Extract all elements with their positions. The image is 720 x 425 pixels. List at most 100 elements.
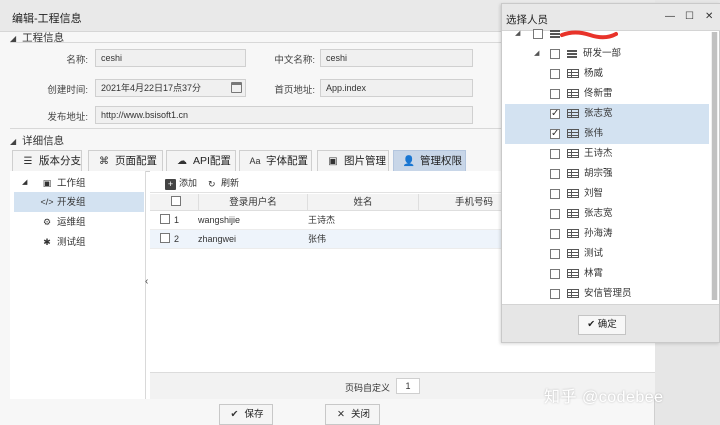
collapse-triangle-icon[interactable]: ◢ — [515, 24, 520, 44]
calendar-icon[interactable] — [231, 82, 242, 93]
tab-image-manage[interactable]: ▣ 图片管理 — [317, 150, 389, 172]
column-header-username[interactable]: 登录用户名 — [199, 194, 307, 211]
select-person-dialog: 选择人员 — ☐ ✕ ◢ ◢ 研发一部 杨威 佟新雷 张志宽 张伟 王诗杰 — [501, 3, 720, 343]
node-checkbox[interactable] — [550, 49, 560, 59]
save-label: 保存 — [244, 409, 264, 420]
plus-icon: + — [165, 179, 176, 190]
name-input[interactable]: ceshi — [95, 49, 246, 67]
created-time-value: 2021年4月22日17点37分 — [101, 83, 202, 93]
table-icon — [567, 269, 579, 278]
select-all-cell[interactable] — [156, 194, 196, 211]
cn-name-input[interactable]: ceshi — [320, 49, 473, 67]
collapse-triangle-icon[interactable]: ◢ — [22, 173, 27, 193]
username-cell: wangshijie — [198, 215, 241, 225]
person-checkbox[interactable] — [550, 209, 560, 219]
person-item[interactable]: 安信管理员 — [505, 284, 709, 304]
check-icon: ✔ — [587, 319, 596, 330]
person-item[interactable]: 林霄 — [505, 264, 709, 284]
person-item[interactable]: 佟新雷 — [505, 84, 709, 104]
close-icon[interactable]: ✕ — [705, 11, 713, 22]
font-icon: Aa — [249, 156, 261, 166]
watermark: 知乎 @codebee — [544, 389, 664, 406]
user-card-icon: ▣ — [42, 178, 52, 188]
detail-section-header[interactable]: ◢ 详细信息 — [10, 133, 64, 148]
gears-icon: ⚙ — [42, 217, 52, 227]
confirm-label: 确定 — [597, 319, 617, 330]
publish-url-input[interactable]: http://www.bsisoft1.cn — [95, 106, 473, 124]
person-name: 林霄 — [584, 268, 604, 279]
dialog-title: 编辑-工程信息 — [12, 13, 82, 25]
tree-item-work-group[interactable]: ◢ ▣ 工作组 — [14, 173, 144, 193]
table-icon — [567, 289, 579, 298]
person-checkbox[interactable] — [550, 124, 560, 144]
tree-item-label: 运维组 — [57, 217, 86, 228]
person-checkbox[interactable] — [550, 104, 560, 124]
scrollbar-thumb[interactable] — [712, 32, 717, 300]
tab-version-branch[interactable]: ☰ 版本分支 — [12, 150, 82, 172]
table-icon — [567, 89, 579, 98]
person-item[interactable]: 刘智 — [505, 184, 709, 204]
tab-api-config[interactable]: ☁ API配置 — [166, 150, 236, 172]
confirm-button[interactable]: ✔ 确定 — [578, 315, 626, 335]
minimize-icon[interactable]: — — [665, 11, 675, 22]
table-icon — [567, 169, 579, 178]
person-checkbox[interactable] — [550, 149, 560, 159]
person-item[interactable]: 杨威 — [505, 64, 709, 84]
picker-scrollbar[interactable] — [711, 32, 718, 300]
table-icon — [567, 69, 579, 78]
image-icon: ▣ — [328, 156, 338, 167]
tree-item-ops-group[interactable]: ⚙ 运维组 — [14, 212, 144, 232]
person-name: 王诗杰 — [584, 148, 613, 159]
command-icon: ⌘ — [99, 156, 109, 167]
select-all-checkbox[interactable] — [171, 196, 181, 206]
tree-item-label: 开发组 — [57, 197, 86, 208]
row-checkbox[interactable] — [160, 211, 170, 230]
maximize-icon[interactable]: ☐ — [685, 11, 694, 22]
collapse-triangle-icon[interactable]: ◢ — [534, 44, 539, 64]
person-item[interactable]: 张志宽 — [505, 104, 709, 124]
person-checkbox[interactable] — [550, 169, 560, 179]
column-header-name[interactable]: 姓名 — [308, 194, 418, 211]
person-checkbox[interactable] — [550, 89, 560, 99]
person-item[interactable]: 王诗杰 — [505, 144, 709, 164]
save-button[interactable]: ✔ 保存 — [219, 404, 273, 425]
person-item[interactable]: 张志宽 — [505, 204, 709, 224]
person-checkbox[interactable] — [550, 249, 560, 259]
add-label: 添加 — [179, 178, 198, 188]
node-checkbox[interactable] — [533, 29, 543, 39]
page-input[interactable]: 1 — [396, 378, 420, 394]
tab-permission-manage[interactable]: 👤 管理权限 — [393, 150, 466, 172]
person-item[interactable]: 张伟 — [505, 124, 709, 144]
table-icon — [567, 209, 579, 218]
close-label: 关闭 — [350, 409, 370, 420]
tree-item-test-group[interactable]: ✱ 测试组 — [14, 232, 144, 252]
table-icon — [567, 249, 579, 258]
person-item[interactable]: 孙海涛 — [505, 224, 709, 244]
person-checkbox[interactable] — [550, 189, 560, 199]
check-icon: ✔ — [230, 409, 239, 420]
person-item[interactable]: 测试 — [505, 244, 709, 264]
person-checkbox[interactable] — [550, 69, 560, 79]
person-checkbox[interactable] — [550, 289, 560, 299]
panel-collapse-icon[interactable]: ‹ — [145, 276, 148, 287]
person-checkbox[interactable] — [550, 269, 560, 279]
list-icon — [567, 50, 577, 58]
tree-node-dept[interactable]: ◢ 研发一部 — [505, 44, 709, 64]
person-name: 张志宽 — [584, 208, 613, 219]
tab-page-config[interactable]: ⌘ 页面配置 — [88, 150, 163, 172]
created-time-input[interactable]: 2021年4月22日17点37分 — [95, 79, 246, 97]
row-checkbox[interactable] — [160, 230, 170, 249]
row-number: 1 — [174, 215, 180, 225]
tree-item-dev-group[interactable]: </> 开发组 — [14, 192, 144, 212]
dept-label: 研发一部 — [583, 48, 622, 59]
refresh-button[interactable]: ↻ 刷新 — [208, 176, 239, 189]
close-button[interactable]: ✕ 关闭 — [325, 404, 380, 425]
home-url-input[interactable]: App.index — [320, 79, 473, 97]
person-checkbox[interactable] — [550, 229, 560, 239]
list-icon — [550, 30, 560, 38]
add-button[interactable]: + 添加 — [165, 176, 197, 190]
list-icon: ☰ — [23, 156, 33, 167]
person-item[interactable]: 胡宗强 — [505, 164, 709, 184]
tab-font-config[interactable]: Aa 字体配置 — [239, 150, 312, 172]
cn-name-label: 中文名称: — [274, 55, 315, 66]
